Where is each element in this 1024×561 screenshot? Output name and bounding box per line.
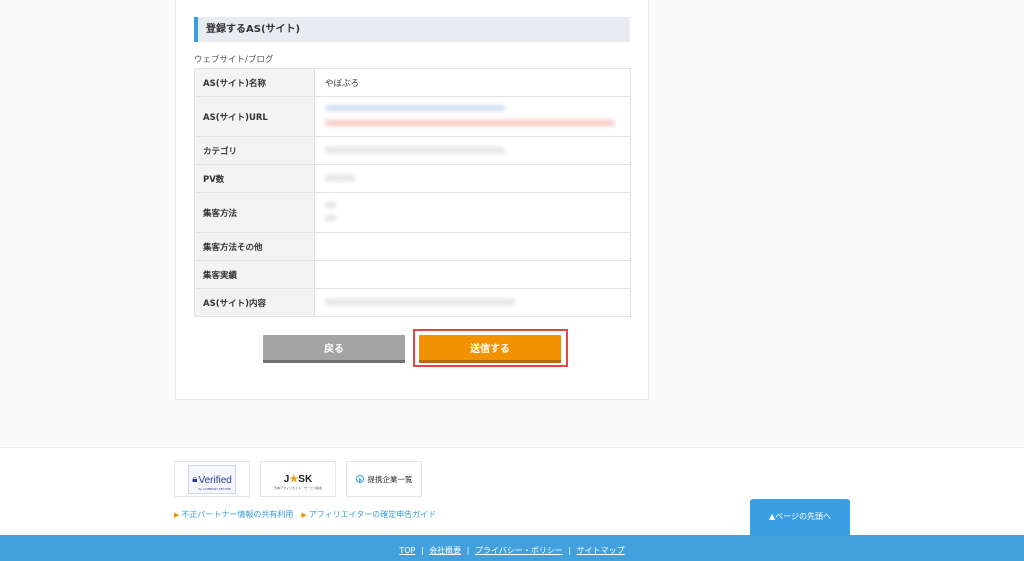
lock-icon: 🔒︎	[192, 473, 198, 485]
table-row: 集客方法	[194, 192, 631, 233]
row-value-redacted	[314, 260, 631, 289]
submit-button[interactable]: 送信する	[419, 335, 561, 363]
row-label: AS(サイト)URL	[194, 96, 315, 137]
table-row: カテゴリ	[194, 136, 631, 165]
verified-subtext: by COMPANY SECURE	[198, 486, 231, 491]
jask-badge[interactable]: J★SK 日本アフィリエイト・サービス協会	[260, 461, 336, 497]
row-value-redacted	[314, 288, 631, 317]
table-row: AS(サイト)内容	[194, 288, 631, 317]
footer-link-sitemap[interactable]: サイトマップ	[577, 546, 625, 555]
main-area: 登録するAS(サイト) ウェブサイト/ブログ AS(サイト)名称 やぼぶろ AS…	[0, 0, 1024, 448]
row-label: PV数	[194, 164, 315, 193]
separator: |	[568, 546, 572, 555]
footer-links: ▶ 不正パートナー情報の共有利用 ▶ アフィリエイターの確定申告ガイド	[174, 509, 436, 520]
row-value-redacted	[314, 232, 631, 261]
site-info-table: AS(サイト)名称 やぼぶろ AS(サイト)URL カテゴリ PV数 集客方法	[194, 68, 631, 317]
row-value: やぼぶろ	[314, 68, 631, 97]
triangle-right-icon: ▶	[174, 511, 180, 519]
row-label: AS(サイト)名称	[194, 68, 315, 97]
jask-subtext: 日本アフィリエイト・サービス協会	[274, 485, 322, 490]
footer-nav-bar: TOP | 会社概要 | プライバシー・ポリシー | サイトマップ	[0, 535, 1024, 561]
separator: |	[420, 546, 424, 555]
table-row: 集客実績	[194, 260, 631, 289]
verified-badge[interactable]: 🔒︎ Verified by COMPANY SECURE	[174, 461, 250, 497]
row-label: 集客方法	[194, 192, 315, 233]
row-label: AS(サイト)内容	[194, 288, 315, 317]
row-label: 集客実績	[194, 260, 315, 289]
table-row: AS(サイト)名称 やぼぶろ	[194, 68, 631, 97]
row-label: カテゴリ	[194, 136, 315, 165]
footer-link-privacy[interactable]: プライバシー・ポリシー	[475, 546, 563, 555]
play-circle-icon	[355, 475, 364, 483]
page-top-button[interactable]: ▲ページの先頭へ	[750, 499, 850, 535]
triangle-right-icon: ▶	[301, 511, 307, 519]
row-value-redacted	[314, 164, 631, 193]
separator: |	[466, 546, 470, 555]
verified-text: Verified	[198, 474, 232, 486]
fraud-partner-link[interactable]: ▶ 不正パートナー情報の共有利用	[174, 509, 293, 520]
row-label: 集客方法その他	[194, 232, 315, 261]
jask-logo: J★SK	[283, 473, 313, 485]
table-row: PV数	[194, 164, 631, 193]
footer: 🔒︎ Verified by COMPANY SECURE J★SK 日本アフィ…	[0, 448, 1024, 535]
row-value-redacted	[314, 96, 631, 137]
partners-list-button[interactable]: 提携企業一覧	[346, 461, 422, 497]
table-row: AS(サイト)URL	[194, 96, 631, 137]
table-row: 集客方法その他	[194, 232, 631, 261]
link-label: 不正パートナー情報の共有利用	[181, 510, 294, 519]
row-value-redacted	[314, 192, 631, 233]
row-value-redacted	[314, 136, 631, 165]
partners-label: 提携企業一覧	[367, 474, 413, 484]
site-type-label: ウェブサイト/ブログ	[194, 55, 274, 65]
link-label: アフィリエイターの確定申告ガイド	[308, 510, 437, 519]
tax-guide-link[interactable]: ▶ アフィリエイターの確定申告ガイド	[301, 509, 436, 520]
footer-link-top[interactable]: TOP	[399, 546, 415, 555]
confirmation-card: 登録するAS(サイト) ウェブサイト/ブログ AS(サイト)名称 やぼぶろ AS…	[175, 0, 649, 400]
footer-link-company[interactable]: 会社概要	[429, 546, 461, 555]
star-icon: ★	[289, 473, 299, 485]
section-heading: 登録するAS(サイト)	[194, 17, 630, 42]
back-button[interactable]: 戻る	[263, 335, 405, 363]
verified-logo: 🔒︎ Verified by COMPANY SECURE	[188, 464, 236, 494]
